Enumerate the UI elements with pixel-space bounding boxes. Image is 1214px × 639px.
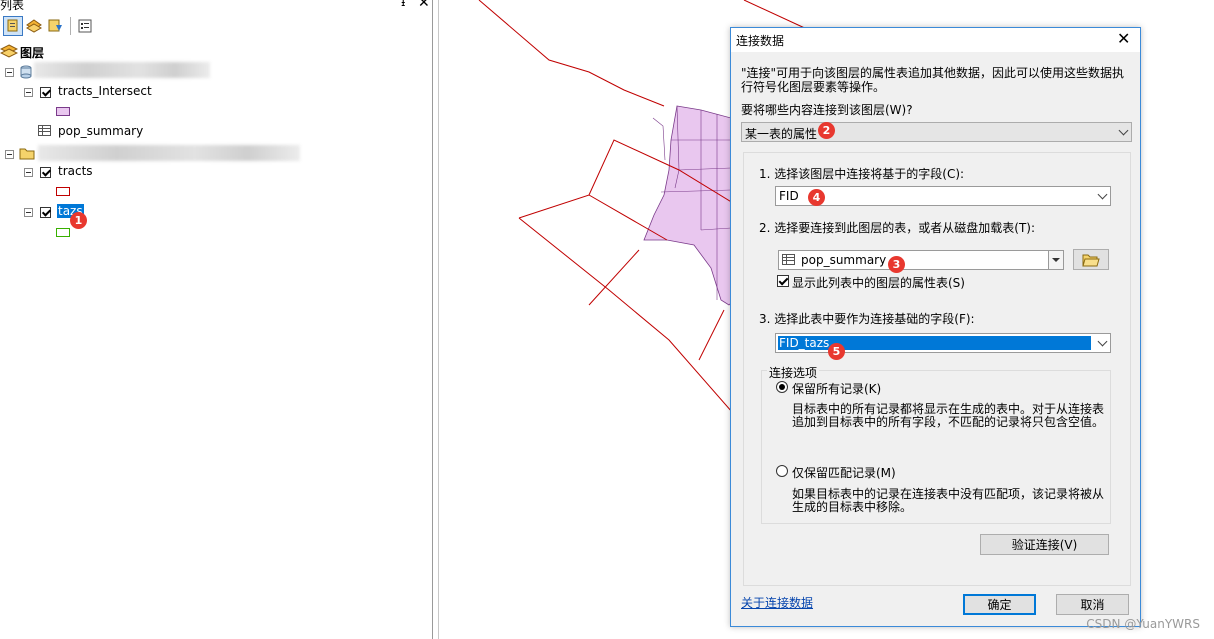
annotation-badge: 3	[888, 256, 905, 273]
join-question-label: 要将哪些内容连接到该图层(W)?	[741, 103, 913, 117]
blurred-path-label	[38, 145, 300, 161]
list-by-drawing-order-button[interactable]	[3, 16, 23, 36]
blurred-path-label	[34, 62, 210, 78]
validate-join-button[interactable]: 验证连接(V)	[980, 534, 1109, 555]
annotation-badge: 4	[808, 189, 825, 206]
collapse-toggle[interactable]	[24, 88, 33, 97]
join-table-value: pop_summary	[801, 253, 887, 267]
about-join-link[interactable]: 关于连接数据	[741, 594, 813, 611]
toolbar-divider	[70, 17, 71, 35]
dropdown-button[interactable]	[1048, 251, 1063, 269]
annotation-badge: 2	[818, 122, 835, 139]
browse-table-button[interactable]	[1073, 249, 1109, 270]
dialog-title: 连接数据	[736, 34, 785, 48]
show-attribute-tables-label[interactable]: 显示此列表中的图层的属性表(S)	[792, 274, 965, 291]
step2-label: 2. 选择要连接到此图层的表，或者从磁盘加载表(T):	[759, 221, 1036, 235]
chevron-down-icon	[1118, 125, 1129, 136]
show-attribute-tables-checkbox[interactable]	[777, 275, 789, 287]
toc-title: 列表	[0, 0, 25, 12]
table-join-field-select[interactable]: FID_tazs	[775, 333, 1111, 353]
polygon-symbol-swatch[interactable]	[56, 107, 70, 116]
table-icon	[782, 254, 795, 265]
pin-icon[interactable]: ᵻ	[401, 0, 405, 9]
layer-name-tracts-intersect[interactable]: tracts_Intersect	[58, 84, 152, 98]
keep-matching-records-radio[interactable]	[776, 465, 788, 477]
layer-name-tracts[interactable]: tracts	[58, 164, 93, 178]
table-join-field-value: FID_tazs	[779, 336, 830, 350]
layer-visibility-checkbox[interactable]	[40, 167, 51, 178]
annotation-badge: 1	[70, 212, 87, 229]
collapse-toggle[interactable]	[24, 168, 33, 177]
list-options-icon	[78, 19, 92, 33]
root-layers-label: 图层	[20, 46, 45, 60]
open-folder-icon	[1082, 254, 1100, 266]
outline-symbol-swatch[interactable]	[56, 228, 70, 237]
table-name-pop-summary[interactable]: pop_summary	[58, 124, 143, 138]
layer-visibility-checkbox[interactable]	[40, 207, 51, 218]
step1-label: 1. 选择该图层中连接将基于的字段(C):	[759, 167, 965, 181]
keep-matching-records-label[interactable]: 仅保留匹配记录(M)	[792, 464, 896, 481]
keep-matching-desc-line2: 生成的目标表中移除。	[792, 500, 913, 514]
layer-join-field-select[interactable]: FID	[775, 186, 1111, 206]
table-of-contents-panel: 列表 ᵻ ✕ 图层 tracts_Intersect pop_summary t…	[0, 0, 433, 639]
watermark-text: CSDN @YuanYWRS	[1086, 617, 1200, 631]
table-icon	[38, 125, 51, 136]
layer-join-field-value: FID	[779, 189, 799, 203]
layer-visibility-checkbox[interactable]	[40, 87, 51, 98]
keep-all-records-radio[interactable]	[776, 381, 788, 393]
list-by-visibility-button[interactable]	[45, 16, 65, 36]
close-icon[interactable]: ✕	[418, 0, 430, 11]
join-type-value: 某一表的属性	[745, 127, 818, 141]
folder-icon	[19, 148, 35, 160]
list-by-drawing-order-icon	[7, 19, 18, 32]
step3-label: 3. 选择此表中要作为连接基础的字段(F):	[759, 312, 975, 326]
cancel-button[interactable]: 取消	[1056, 594, 1129, 615]
list-by-source-button[interactable]	[24, 16, 44, 36]
chevron-down-icon	[1097, 336, 1108, 347]
close-icon[interactable]: ✕	[1117, 29, 1130, 48]
toc-toolbar	[0, 14, 432, 38]
chevron-down-icon	[1097, 189, 1108, 200]
join-table-select[interactable]: pop_summary	[778, 250, 1064, 270]
keep-all-records-label[interactable]: 保留所有记录(K)	[792, 380, 881, 397]
intro-text-line2: 行符号化图层要素等操作。	[741, 80, 886, 94]
dialog-titlebar: 连接数据 ✕	[731, 28, 1140, 52]
list-by-visibility-icon	[48, 19, 62, 32]
join-options-title: 连接选项	[767, 364, 820, 381]
keep-all-desc-line2: 追加到目标表中的所有字段，不匹配的记录将只包含空值。	[792, 415, 1105, 429]
dropdown-arrow-icon	[1052, 258, 1060, 262]
join-type-select[interactable]: 某一表的属性	[741, 122, 1132, 142]
layers-icon	[0, 44, 18, 58]
collapse-toggle[interactable]	[5, 150, 14, 159]
collapse-toggle[interactable]	[5, 68, 14, 77]
options-button[interactable]	[75, 16, 95, 36]
collapse-toggle[interactable]	[24, 208, 33, 217]
join-data-dialog: 连接数据 ✕ "连接"可用于向该图层的属性表追加其他数据，因此可以使用这些数据执…	[730, 27, 1141, 627]
annotation-badge: 5	[828, 343, 845, 360]
outline-symbol-swatch[interactable]	[56, 187, 70, 196]
database-icon	[20, 65, 32, 79]
ok-button[interactable]: 确定	[963, 594, 1036, 615]
list-by-source-icon	[25, 19, 43, 33]
